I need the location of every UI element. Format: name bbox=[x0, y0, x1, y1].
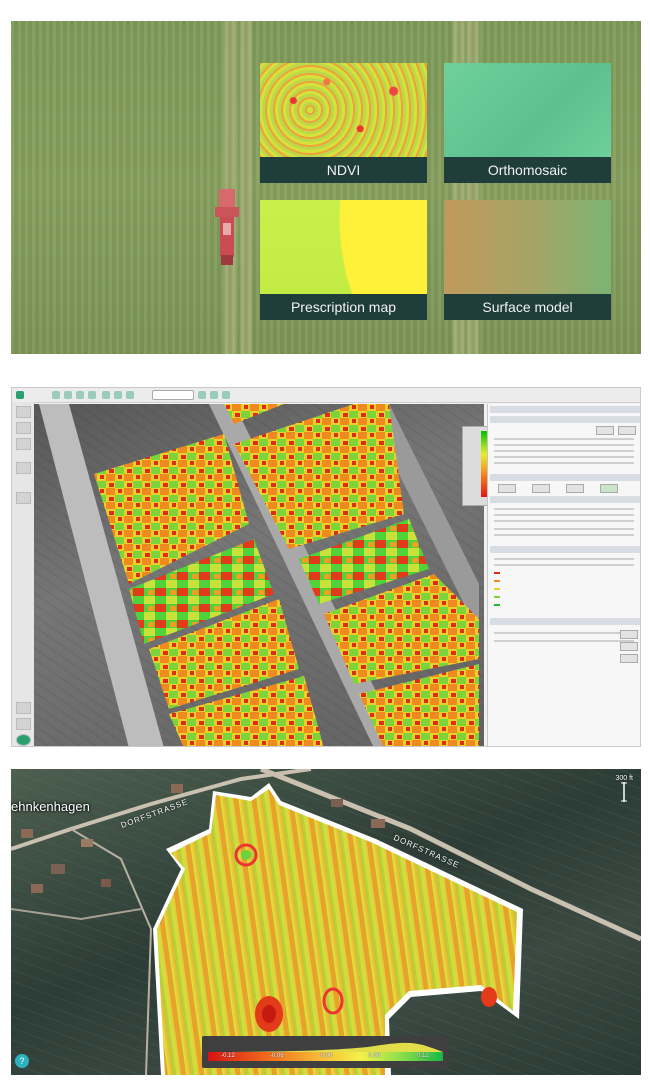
toolbar bbox=[12, 388, 640, 403]
zoom-out-icon[interactable] bbox=[114, 391, 122, 399]
colorbar-tick-label: 0.06 bbox=[368, 1053, 381, 1059]
table-row bbox=[494, 520, 634, 522]
gis-software-window bbox=[11, 387, 641, 747]
table-row bbox=[494, 640, 634, 642]
tool-button[interactable] bbox=[16, 702, 31, 714]
histogram-curve bbox=[208, 1042, 443, 1052]
scale-indicator: 300 ft bbox=[615, 775, 633, 804]
layer-select[interactable] bbox=[152, 390, 194, 400]
tractor-track bbox=[239, 21, 253, 354]
table-row bbox=[494, 514, 634, 516]
table-row bbox=[494, 508, 634, 510]
status-icon[interactable] bbox=[16, 734, 31, 746]
tool-button[interactable] bbox=[16, 422, 31, 434]
colorbar-tick-label: 0.12 bbox=[417, 1053, 429, 1059]
surface-model-tile[interactable]: Surface model bbox=[444, 200, 611, 320]
table-row bbox=[494, 444, 634, 446]
orthomosaic-caption: Orthomosaic bbox=[444, 157, 611, 183]
pane-button[interactable] bbox=[618, 426, 636, 435]
pane-button[interactable] bbox=[620, 654, 638, 663]
orthomosaic-tile[interactable]: Orthomosaic bbox=[444, 63, 611, 183]
map-layer bbox=[11, 769, 641, 1075]
class-swatch bbox=[494, 604, 500, 606]
pane-button[interactable] bbox=[620, 642, 638, 651]
table-row bbox=[494, 534, 634, 536]
save-icon[interactable] bbox=[64, 391, 72, 399]
prescription-map-tile[interactable]: Prescription map bbox=[260, 200, 427, 320]
scale-bar-icon bbox=[621, 782, 628, 802]
pane-button[interactable] bbox=[498, 484, 516, 493]
place-name-label: ehnkenhagen bbox=[11, 799, 90, 814]
colorbar-tick-label: -0.12 bbox=[221, 1053, 235, 1059]
table-row bbox=[494, 456, 634, 458]
table-row bbox=[494, 438, 634, 440]
surface-model-caption: Surface model bbox=[444, 294, 611, 320]
ndvi-image bbox=[260, 63, 427, 157]
class-swatch bbox=[494, 596, 500, 598]
pane-section-header[interactable] bbox=[490, 474, 640, 481]
table-row bbox=[494, 564, 634, 566]
pane-button[interactable] bbox=[600, 484, 618, 493]
undo-icon[interactable] bbox=[76, 391, 84, 399]
satellite-ndvi-map[interactable]: ehnkenhagen DORFSTRASSE DORFSTRASSE 300 … bbox=[11, 769, 641, 1075]
ndvi-caption: NDVI bbox=[260, 157, 427, 183]
pane-button[interactable] bbox=[566, 484, 584, 493]
ndvi-colorbar: -0.12 -0.06 -0.00 0.06 0.12 bbox=[202, 1036, 449, 1068]
prescription-map-image bbox=[260, 200, 427, 294]
table-row bbox=[494, 450, 634, 452]
measure-icon[interactable] bbox=[198, 391, 206, 399]
surface-model-image bbox=[444, 200, 611, 294]
crop-field-aerial-panel: NDVI Orthomosaic Prescription map Surfac… bbox=[11, 21, 641, 354]
tool-button[interactable] bbox=[16, 462, 31, 474]
left-tool-strip bbox=[12, 402, 35, 746]
table-row bbox=[494, 558, 634, 560]
tool-button[interactable] bbox=[16, 492, 31, 504]
prescription-map-caption: Prescription map bbox=[260, 294, 427, 320]
pane-button[interactable] bbox=[596, 426, 614, 435]
field-overlay bbox=[39, 404, 479, 746]
combine-harvester-icon bbox=[215, 189, 239, 265]
redo-icon[interactable] bbox=[88, 391, 96, 399]
scale-label: 300 ft bbox=[615, 775, 633, 782]
tool-button[interactable] bbox=[16, 438, 31, 450]
pane-section-header[interactable] bbox=[490, 618, 640, 625]
properties-pane bbox=[487, 404, 640, 746]
pane-section-header[interactable] bbox=[490, 546, 640, 553]
colorbar-tick-label: -0.00 bbox=[318, 1053, 333, 1059]
zoom-in-icon[interactable] bbox=[102, 391, 110, 399]
pane-section-header[interactable] bbox=[490, 496, 640, 503]
pane-button[interactable] bbox=[620, 630, 638, 639]
pan-icon[interactable] bbox=[126, 391, 134, 399]
table-row bbox=[494, 462, 634, 464]
class-swatch bbox=[494, 572, 500, 574]
pane-button[interactable] bbox=[532, 484, 550, 493]
ndvi-map-view[interactable] bbox=[34, 404, 494, 746]
draw-icon[interactable] bbox=[210, 391, 218, 399]
table-row bbox=[494, 632, 634, 634]
tractor-track bbox=[223, 21, 237, 354]
orthomosaic-image bbox=[444, 63, 611, 157]
class-swatch bbox=[494, 580, 500, 582]
class-swatch bbox=[494, 588, 500, 590]
table-row bbox=[494, 528, 634, 530]
colorbar-tick-label: -0.06 bbox=[269, 1053, 284, 1059]
pane-section-header[interactable] bbox=[490, 406, 640, 413]
ndvi-tile[interactable]: NDVI bbox=[260, 63, 427, 183]
open-icon[interactable] bbox=[52, 391, 60, 399]
pane-section-header[interactable] bbox=[490, 416, 640, 423]
select-icon[interactable] bbox=[222, 391, 230, 399]
help-button[interactable]: ? bbox=[15, 1054, 29, 1068]
tool-button[interactable] bbox=[16, 406, 31, 418]
app-logo-icon bbox=[16, 391, 24, 399]
tool-button[interactable] bbox=[16, 718, 31, 730]
